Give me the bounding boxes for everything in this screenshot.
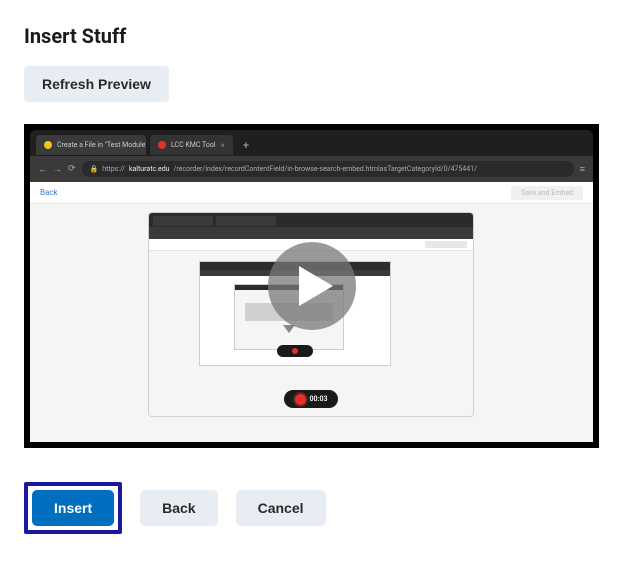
url-path: /recorder/index/recordContentField/in-br… xyxy=(174,165,477,173)
insert-button[interactable]: Insert xyxy=(32,490,114,526)
dialog-button-row: Insert Back Cancel xyxy=(24,482,606,534)
url-prefix: https:// xyxy=(102,165,125,173)
nested-tab xyxy=(216,216,276,226)
record-indicator: 00:03 xyxy=(284,390,338,408)
cancel-button[interactable]: Cancel xyxy=(236,490,326,526)
browser-tab: LCC KMC Tool × xyxy=(150,135,233,155)
preview-inner-header: Back Save and Embed xyxy=(30,182,593,204)
play-icon xyxy=(299,266,333,306)
url-bar: 🔒 https:// kalturatc.edu /recorder/index… xyxy=(82,161,574,177)
browser-tab-strip: Create a File in "Test Module" × LCC KMC… xyxy=(30,130,593,156)
browser-toolbar: ← → ⟳ 🔒 https:// kalturatc.edu /recorder… xyxy=(30,156,593,182)
refresh-preview-button[interactable]: Refresh Preview xyxy=(24,66,169,102)
record-dot-icon xyxy=(295,394,306,405)
nested-save-button xyxy=(425,241,467,248)
new-tab-icon: + xyxy=(237,139,255,152)
back-button[interactable]: Back xyxy=(140,490,217,526)
reload-icon: ⟳ xyxy=(68,164,76,174)
nested-tab-strip xyxy=(149,213,473,227)
lock-icon: 🔒 xyxy=(90,165,99,173)
preview-back-link: Back xyxy=(40,188,58,197)
nested-url-bar xyxy=(149,227,473,239)
record-dot-icon xyxy=(292,348,298,354)
record-indicator-small xyxy=(277,345,313,357)
forward-arrow-icon: → xyxy=(53,164,62,175)
tab-label: Create a File in "Test Module" xyxy=(57,141,146,149)
nested-tab xyxy=(153,216,213,226)
video-preview-container: Create a File in "Test Module" × LCC KMC… xyxy=(24,124,599,448)
back-arrow-icon: ← xyxy=(38,164,47,175)
dialog-title: Insert Stuff xyxy=(24,24,606,48)
menu-icon: ≡ xyxy=(580,164,585,175)
insert-highlight-box: Insert xyxy=(24,482,122,534)
play-button[interactable] xyxy=(268,242,356,330)
tab-favicon-icon xyxy=(44,141,52,149)
close-icon: × xyxy=(221,141,225,150)
browser-tab: Create a File in "Test Module" × xyxy=(36,135,146,155)
tab-favicon-icon xyxy=(158,141,166,149)
preview-save-button: Save and Embed xyxy=(511,186,583,200)
record-time: 00:03 xyxy=(310,395,328,403)
url-host: kalturatc.edu xyxy=(129,165,170,173)
tab-label: LCC KMC Tool xyxy=(171,141,216,149)
